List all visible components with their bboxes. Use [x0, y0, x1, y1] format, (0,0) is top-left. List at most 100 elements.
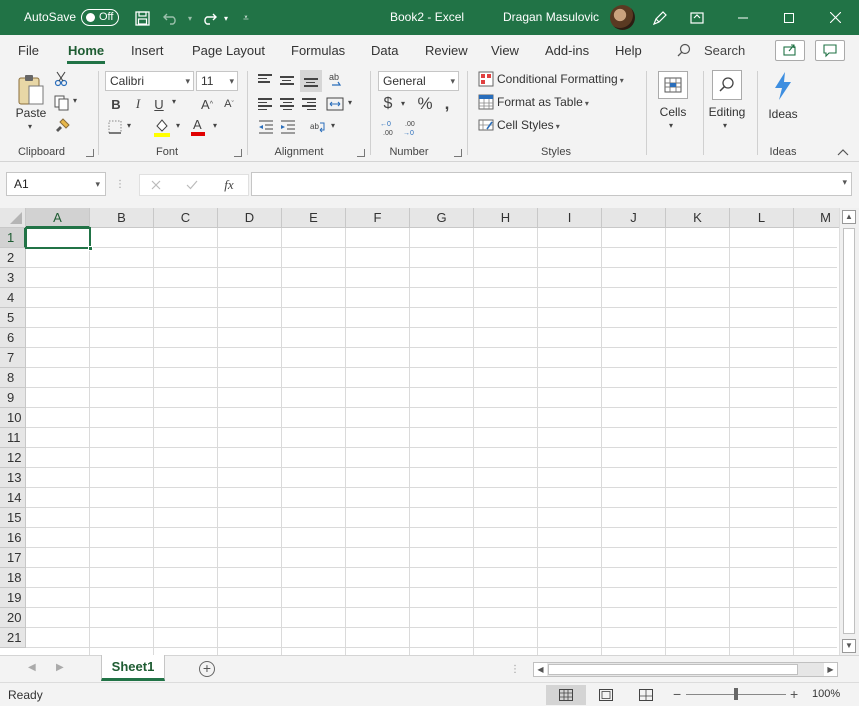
tab-file[interactable]: File [18, 43, 39, 58]
format-as-table-button[interactable]: Format as Table ▾ [497, 95, 589, 109]
next-sheet-icon[interactable]: ▶ [56, 662, 64, 673]
row-header[interactable]: 8 [0, 368, 26, 388]
increase-decimal-icon[interactable]: ←0.00 [379, 119, 399, 137]
fill-color-icon[interactable] [153, 117, 171, 137]
active-cell[interactable] [25, 227, 91, 249]
editing-search-icon[interactable] [712, 70, 742, 100]
ideas-button-label[interactable]: Ideas [764, 107, 802, 121]
add-sheet-icon[interactable]: + [199, 661, 215, 677]
cell-styles-button[interactable]: Cell Styles ▾ [497, 118, 560, 132]
tab-data[interactable]: Data [371, 43, 398, 58]
tab-insert[interactable]: Insert [131, 43, 164, 58]
comments-button[interactable] [815, 40, 845, 61]
pen-icon[interactable] [650, 8, 670, 28]
select-all-button[interactable] [0, 208, 26, 228]
column-header[interactable]: H [474, 208, 538, 228]
align-middle-icon[interactable] [280, 74, 294, 87]
chevron-down-icon[interactable]: ▾ [95, 173, 100, 195]
page-layout-view-button[interactable] [586, 685, 626, 705]
accounting-format-icon[interactable]: $ [382, 94, 394, 114]
row-header[interactable]: 4 [0, 288, 26, 308]
enter-icon[interactable] [184, 177, 200, 193]
paste-icon[interactable] [15, 72, 47, 108]
vertical-scroll-thumb[interactable] [843, 228, 855, 634]
prev-sheet-icon[interactable]: ◀ [28, 662, 36, 673]
row-header[interactable]: 1 [0, 228, 26, 248]
number-launcher-icon[interactable] [454, 149, 462, 157]
conditional-formatting-button[interactable]: Conditional Formatting ▾ [497, 72, 624, 86]
wrap-text-icon[interactable]: ab [309, 119, 327, 135]
align-right-icon[interactable] [302, 96, 316, 112]
cells-dropdown-icon[interactable]: ▾ [669, 121, 673, 130]
user-name[interactable]: Dragan Masulovic [503, 10, 599, 24]
tab-splitter-icon[interactable]: ⋮ [510, 663, 520, 675]
font-launcher-icon[interactable] [234, 149, 242, 157]
tab-formulas[interactable]: Formulas [291, 43, 345, 58]
font-color-icon[interactable]: A [190, 116, 206, 136]
collapse-ribbon-icon[interactable] [837, 147, 849, 157]
number-format-select[interactable]: General ▾ [378, 71, 459, 91]
search-label[interactable]: Search [704, 43, 745, 58]
row-header[interactable]: 21 [0, 628, 26, 648]
column-header[interactable]: C [154, 208, 218, 228]
redo-dropdown-icon[interactable]: ▾ [216, 8, 236, 28]
scroll-down-icon[interactable]: ▼ [842, 639, 856, 653]
percent-style-icon[interactable]: % [417, 94, 433, 114]
avatar[interactable] [610, 5, 635, 30]
cells-label[interactable]: Cells [655, 105, 691, 119]
orientation-icon[interactable]: ab [328, 70, 346, 90]
merge-center-icon[interactable] [326, 96, 344, 112]
scroll-left-icon[interactable]: ◀ [534, 663, 547, 676]
zoom-out-icon[interactable]: − [673, 686, 681, 702]
alignment-launcher-icon[interactable] [357, 149, 365, 157]
vertical-scrollbar[interactable]: ▲ ▼ [839, 208, 859, 655]
cut-icon[interactable] [53, 71, 69, 87]
row-header[interactable]: 19 [0, 588, 26, 608]
row-header[interactable]: 12 [0, 448, 26, 468]
paste-dropdown-icon[interactable]: ▾ [24, 122, 36, 131]
formula-input[interactable]: ▾ [251, 172, 852, 196]
align-top-icon[interactable] [258, 72, 272, 85]
fill-color-dropdown-icon[interactable]: ▾ [176, 121, 180, 130]
column-header[interactable]: G [410, 208, 474, 228]
tab-view[interactable]: View [491, 43, 519, 58]
splitter-handle-icon[interactable]: ⋮ [115, 178, 125, 190]
insert-function-icon[interactable]: fx [220, 176, 238, 194]
format-painter-icon[interactable] [53, 118, 71, 134]
font-name-select[interactable]: Calibri ▾ [105, 71, 194, 91]
comma-style-icon[interactable]: , [441, 94, 453, 114]
row-header[interactable]: 16 [0, 528, 26, 548]
increase-indent-icon[interactable] [280, 119, 296, 135]
undo-dropdown-icon[interactable]: ▾ [180, 8, 200, 28]
editing-label[interactable]: Editing [704, 105, 750, 119]
search-icon[interactable] [677, 43, 691, 57]
scroll-right-icon[interactable]: ▶ [824, 663, 837, 676]
cell-styles-icon[interactable] [478, 117, 494, 133]
underline-icon[interactable]: U [152, 95, 166, 113]
tab-home[interactable]: Home [68, 43, 104, 58]
column-header[interactable]: B [90, 208, 154, 228]
row-header[interactable]: 18 [0, 568, 26, 588]
row-header[interactable]: 6 [0, 328, 26, 348]
tab-page-layout[interactable]: Page Layout [192, 43, 265, 58]
align-center-icon[interactable] [280, 96, 294, 112]
row-header[interactable]: 10 [0, 408, 26, 428]
row-header[interactable]: 11 [0, 428, 26, 448]
fill-handle[interactable] [88, 246, 93, 251]
cells-icon[interactable] [658, 71, 688, 99]
row-header[interactable]: 15 [0, 508, 26, 528]
lightning-icon[interactable] [770, 70, 796, 102]
ribbon-display-options-icon[interactable] [687, 8, 707, 28]
italic-icon[interactable]: I [131, 95, 145, 113]
horizontal-scroll-thumb[interactable] [548, 664, 798, 675]
borders-dropdown-icon[interactable]: ▾ [127, 121, 131, 130]
merge-dropdown-icon[interactable]: ▾ [348, 98, 352, 107]
column-header[interactable]: I [538, 208, 602, 228]
cancel-icon[interactable] [148, 177, 164, 193]
tab-review[interactable]: Review [425, 43, 468, 58]
increase-font-icon[interactable]: A ^ [199, 95, 215, 113]
align-left-icon[interactable] [258, 96, 272, 112]
copy-icon[interactable] [53, 95, 71, 111]
wrap-dropdown-icon[interactable]: ▾ [331, 121, 335, 130]
normal-view-button[interactable] [546, 685, 586, 705]
